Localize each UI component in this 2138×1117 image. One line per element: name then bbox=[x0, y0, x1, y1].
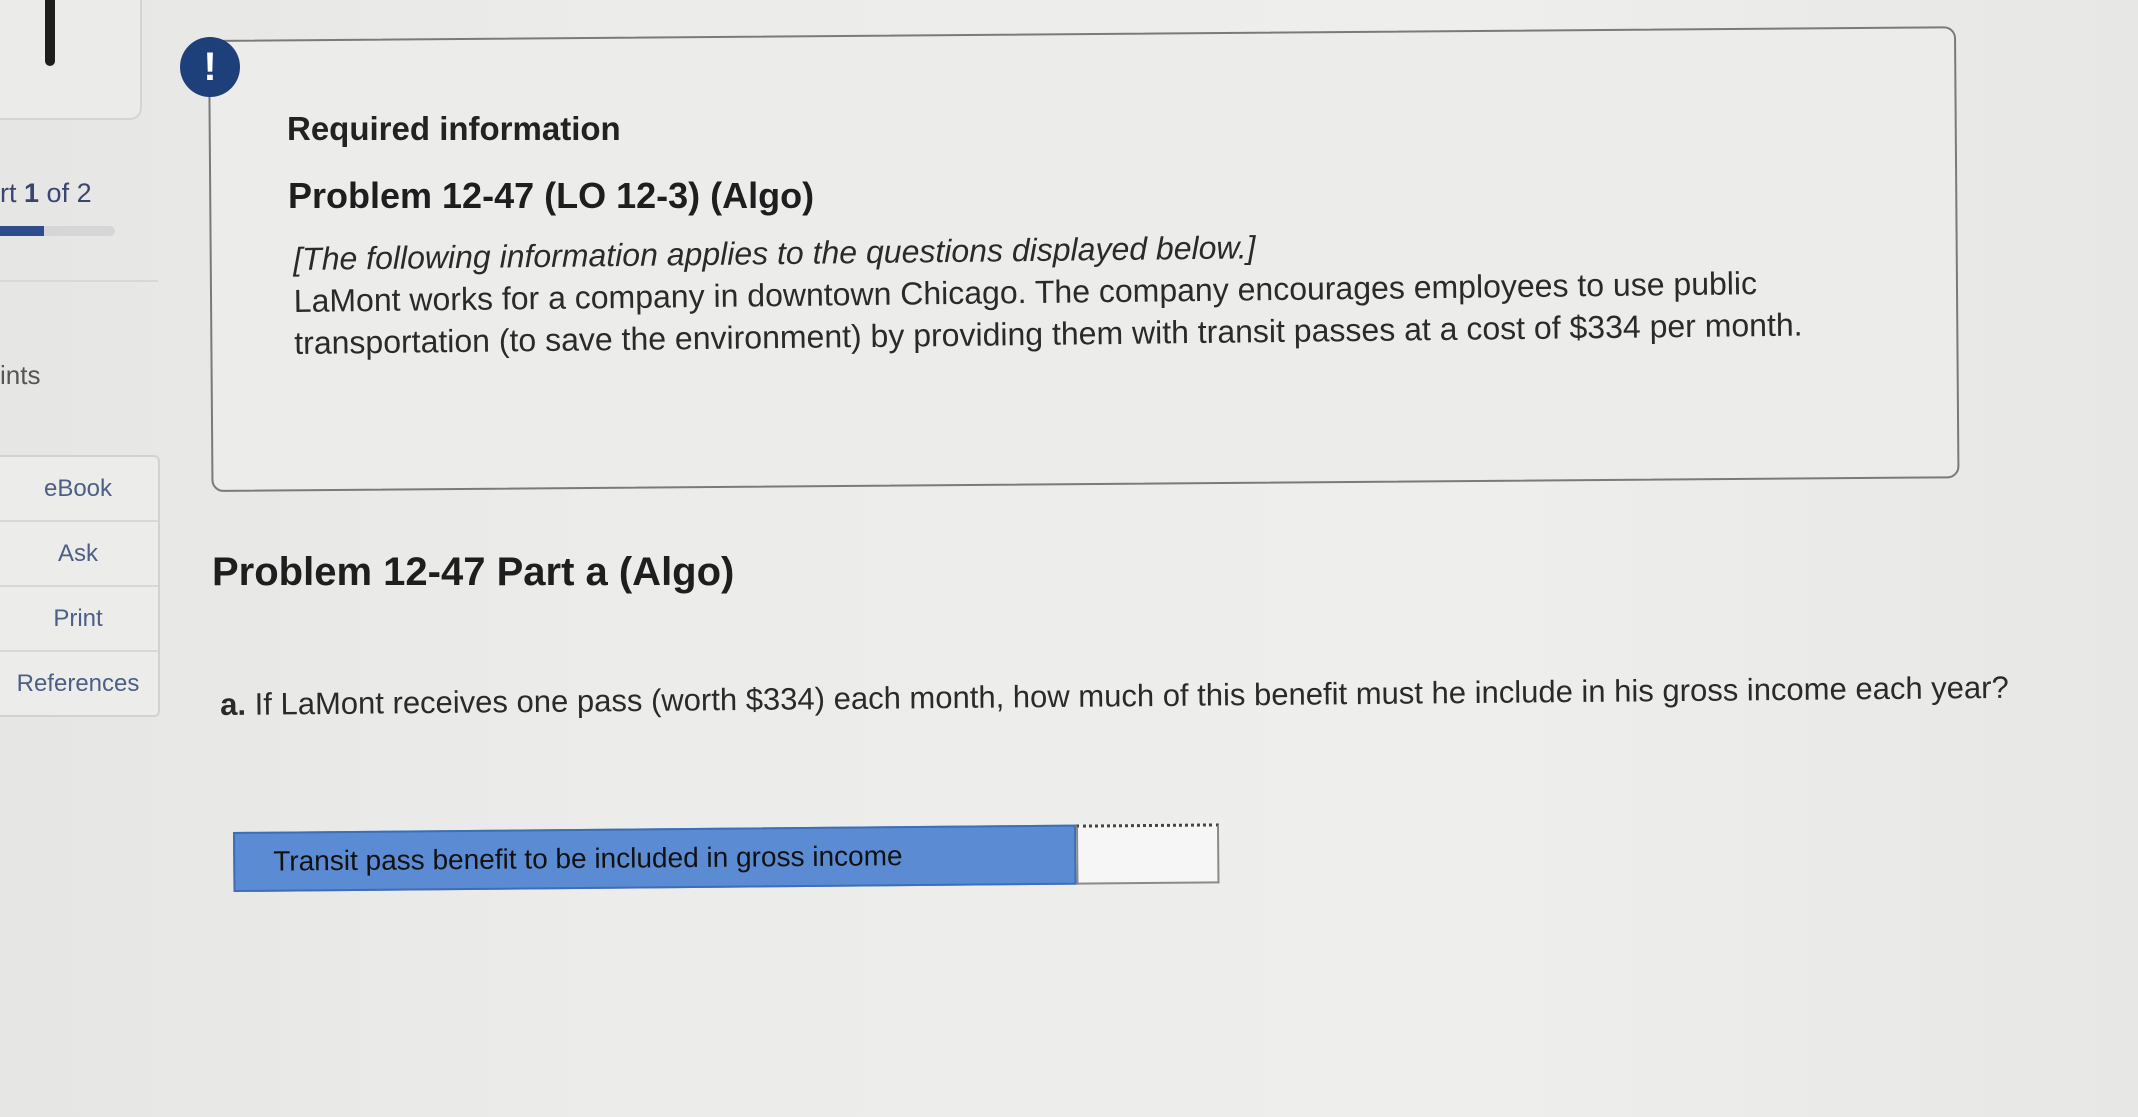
ebook-label: eBook bbox=[43, 474, 113, 502]
sidebar-top-panel bbox=[0, 0, 142, 120]
sidebar-handle[interactable] bbox=[45, 0, 55, 66]
print-button[interactable]: Print bbox=[0, 587, 158, 652]
sidebar-tools: eBook Ask Print References bbox=[0, 455, 160, 717]
answer-input[interactable] bbox=[1075, 823, 1220, 885]
part-indicator: rt 1 of 2 bbox=[0, 178, 92, 209]
answer-label: Transit pass benefit to be included in g… bbox=[233, 824, 1077, 892]
question-a-prefix: a. bbox=[220, 686, 247, 722]
part-a-title: Problem 12-47 Part a (Algo) bbox=[212, 550, 735, 594]
answer-row: Transit pass benefit to be included in g… bbox=[233, 823, 1220, 892]
part-current: 1 bbox=[24, 178, 40, 208]
references-label: References bbox=[16, 669, 140, 697]
part-total: of 2 bbox=[39, 178, 92, 208]
ebook-button[interactable]: eBook bbox=[0, 457, 158, 522]
part-prefix: rt bbox=[0, 178, 17, 208]
print-label: Print bbox=[53, 604, 103, 632]
sidebar-divider bbox=[0, 280, 158, 282]
references-button[interactable]: References bbox=[0, 652, 158, 715]
problem-description: [The following information applies to th… bbox=[293, 219, 1874, 364]
alert-icon: ! bbox=[180, 37, 240, 97]
points-label: ints bbox=[0, 360, 41, 390]
part-progress-fill bbox=[0, 226, 44, 236]
problem-body-text: LaMont works for a company in downtown C… bbox=[293, 265, 1803, 361]
ask-label: Ask bbox=[57, 539, 98, 567]
problem-title: Problem 12-47 (LO 12-3) (Algo) bbox=[288, 175, 815, 216]
required-info-title: Required information bbox=[287, 110, 621, 147]
answer-label-text: Transit pass benefit to be included in g… bbox=[273, 840, 903, 877]
ask-button[interactable]: Ask bbox=[0, 522, 158, 587]
